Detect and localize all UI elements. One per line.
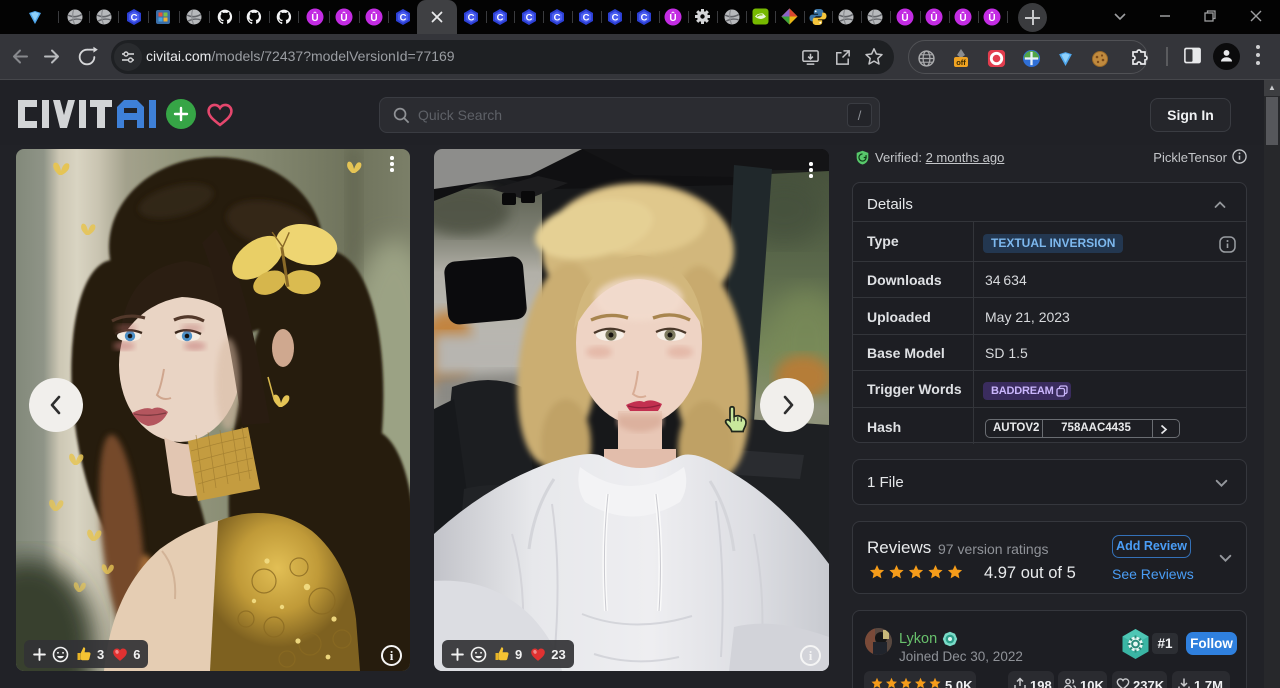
svg-text:C: C [612, 13, 619, 24]
svg-text:C: C [131, 13, 138, 24]
svg-text:Û: Û [370, 11, 377, 24]
svg-text:C: C [554, 13, 561, 24]
svg-text:Û: Û [901, 11, 908, 24]
svg-text:C: C [400, 13, 407, 24]
svg-text:Û: Û [340, 11, 347, 24]
svg-text:C: C [468, 13, 475, 24]
svg-text:C: C [526, 13, 533, 24]
svg-text:off: off [956, 58, 966, 67]
svg-text:Û: Û [311, 11, 318, 24]
svg-text:Û: Û [930, 11, 937, 24]
svg-text:C: C [497, 13, 504, 24]
svg-text:Û: Û [669, 11, 676, 24]
svg-text:Û: Û [959, 11, 966, 24]
svg-text:C: C [641, 13, 648, 24]
svg-text:C: C [583, 13, 590, 24]
svg-text:Û: Û [988, 11, 995, 24]
